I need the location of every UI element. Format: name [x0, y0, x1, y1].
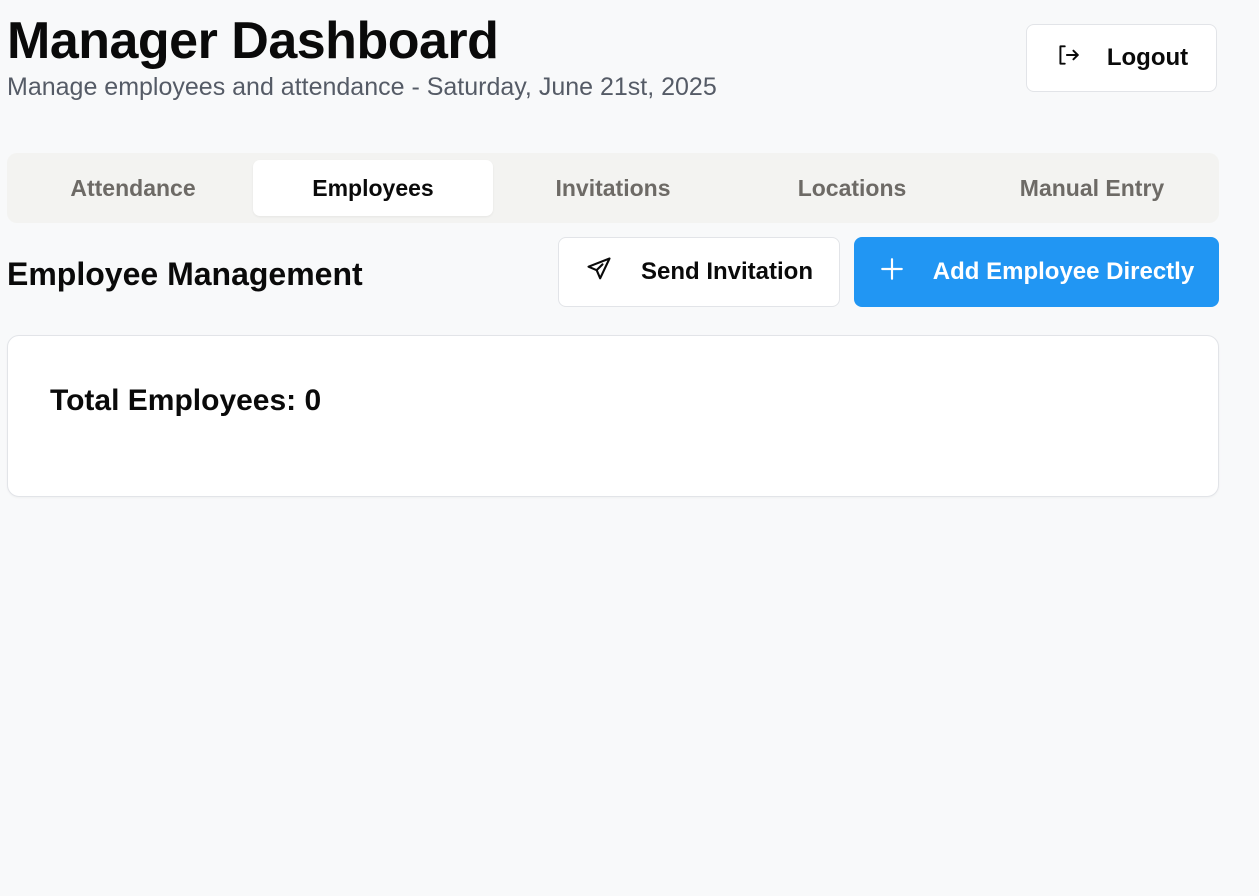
- add-employee-button[interactable]: Add Employee Directly: [854, 237, 1219, 307]
- total-employees: Total Employees: 0: [50, 384, 322, 417]
- send-invitation-label: Send Invitation: [640, 258, 813, 285]
- page-title: Manager Dashboard: [7, 12, 499, 70]
- tab-label: Manual Entry: [1019, 174, 1165, 201]
- tab-invitations[interactable]: Invitations: [493, 160, 733, 216]
- tab-label: Locations: [797, 174, 907, 201]
- add-employee-label: Add Employee Directly: [932, 258, 1195, 285]
- logout-label: Logout: [1106, 44, 1189, 71]
- logout-icon: [1055, 42, 1081, 75]
- send-icon: [585, 255, 613, 290]
- page-header: Manager Dashboard Manage employees and a…: [7, 10, 717, 104]
- tab-label: Attendance: [70, 174, 196, 201]
- employee-summary-card: Total Employees: 0: [7, 335, 1219, 497]
- tab-label: Invitations: [555, 174, 671, 201]
- tab-label: Employees: [312, 174, 434, 201]
- plus-icon: [879, 256, 905, 289]
- tab-manual-entry[interactable]: Manual Entry: [972, 160, 1212, 216]
- tab-bar: Attendance Employees Invitations Locatio…: [7, 153, 1219, 223]
- tab-locations[interactable]: Locations: [732, 160, 972, 216]
- page-subtitle: Manage employees and attendance - Saturd…: [7, 73, 717, 101]
- send-invitation-button[interactable]: Send Invitation: [558, 237, 840, 307]
- tab-employees[interactable]: Employees: [253, 160, 493, 216]
- logout-button[interactable]: Logout: [1026, 24, 1217, 92]
- section-title: Employee Management: [7, 256, 363, 292]
- scrollbar[interactable]: [1244, 0, 1259, 896]
- tab-attendance[interactable]: Attendance: [13, 160, 253, 216]
